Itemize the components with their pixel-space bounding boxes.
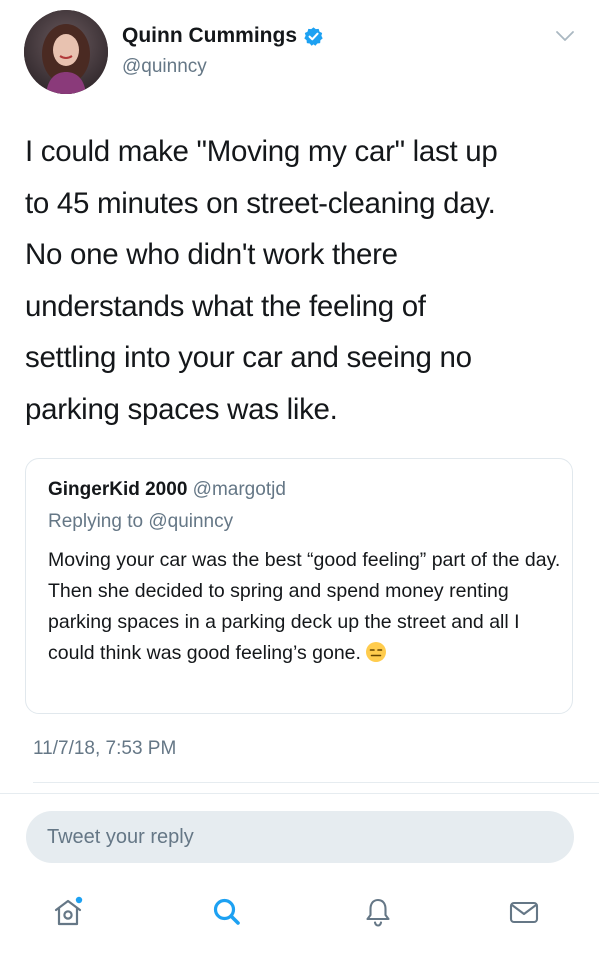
- replying-to-label: Replying to: [48, 511, 144, 532]
- quoted-tweet-text: Moving your car was the best “good feeli…: [48, 545, 563, 669]
- user-handle[interactable]: @quinncy: [122, 56, 207, 78]
- tab-notifications[interactable]: [356, 892, 400, 936]
- avatar[interactable]: [24, 10, 108, 94]
- bell-icon: [360, 894, 396, 935]
- replying-to-row: Replying to @quinncy: [48, 511, 233, 533]
- mail-icon: [506, 894, 542, 935]
- tweet-timestamp: 11/7/18, 7:53 PM: [33, 738, 177, 759]
- quoted-tweet-card[interactable]: GingerKid 2000 @margotjd Replying to @qu…: [25, 458, 573, 714]
- search-icon: [209, 894, 245, 935]
- reply-input[interactable]: Tweet your reply: [26, 811, 574, 863]
- tweet-text: I could make "Moving my car" last up to …: [25, 135, 498, 426]
- tab-home[interactable]: [46, 892, 90, 936]
- bottom-tab-bar: [0, 880, 599, 954]
- divider: [33, 782, 599, 783]
- verified-badge-icon: [303, 26, 324, 47]
- replying-to-handle: @quinncy: [148, 511, 234, 532]
- home-icon: [50, 894, 86, 935]
- tweet-header: Quinn Cummings @quinncy: [0, 0, 599, 110]
- expressionless-face-emoji-icon: [365, 641, 387, 663]
- quoted-author-row: GingerKid 2000 @margotjd: [48, 479, 286, 501]
- display-name[interactable]: Quinn Cummings: [122, 24, 297, 48]
- quoted-text-body: Moving your car was the best “good feeli…: [48, 549, 561, 664]
- user-name-row[interactable]: Quinn Cummings: [122, 24, 324, 48]
- divider: [0, 793, 599, 794]
- quoted-display-name: GingerKid 2000: [48, 479, 188, 500]
- tab-search[interactable]: [205, 892, 249, 936]
- tab-messages[interactable]: [502, 892, 546, 936]
- quoted-handle: @margotjd: [192, 479, 286, 500]
- chevron-down-icon[interactable]: [554, 28, 576, 44]
